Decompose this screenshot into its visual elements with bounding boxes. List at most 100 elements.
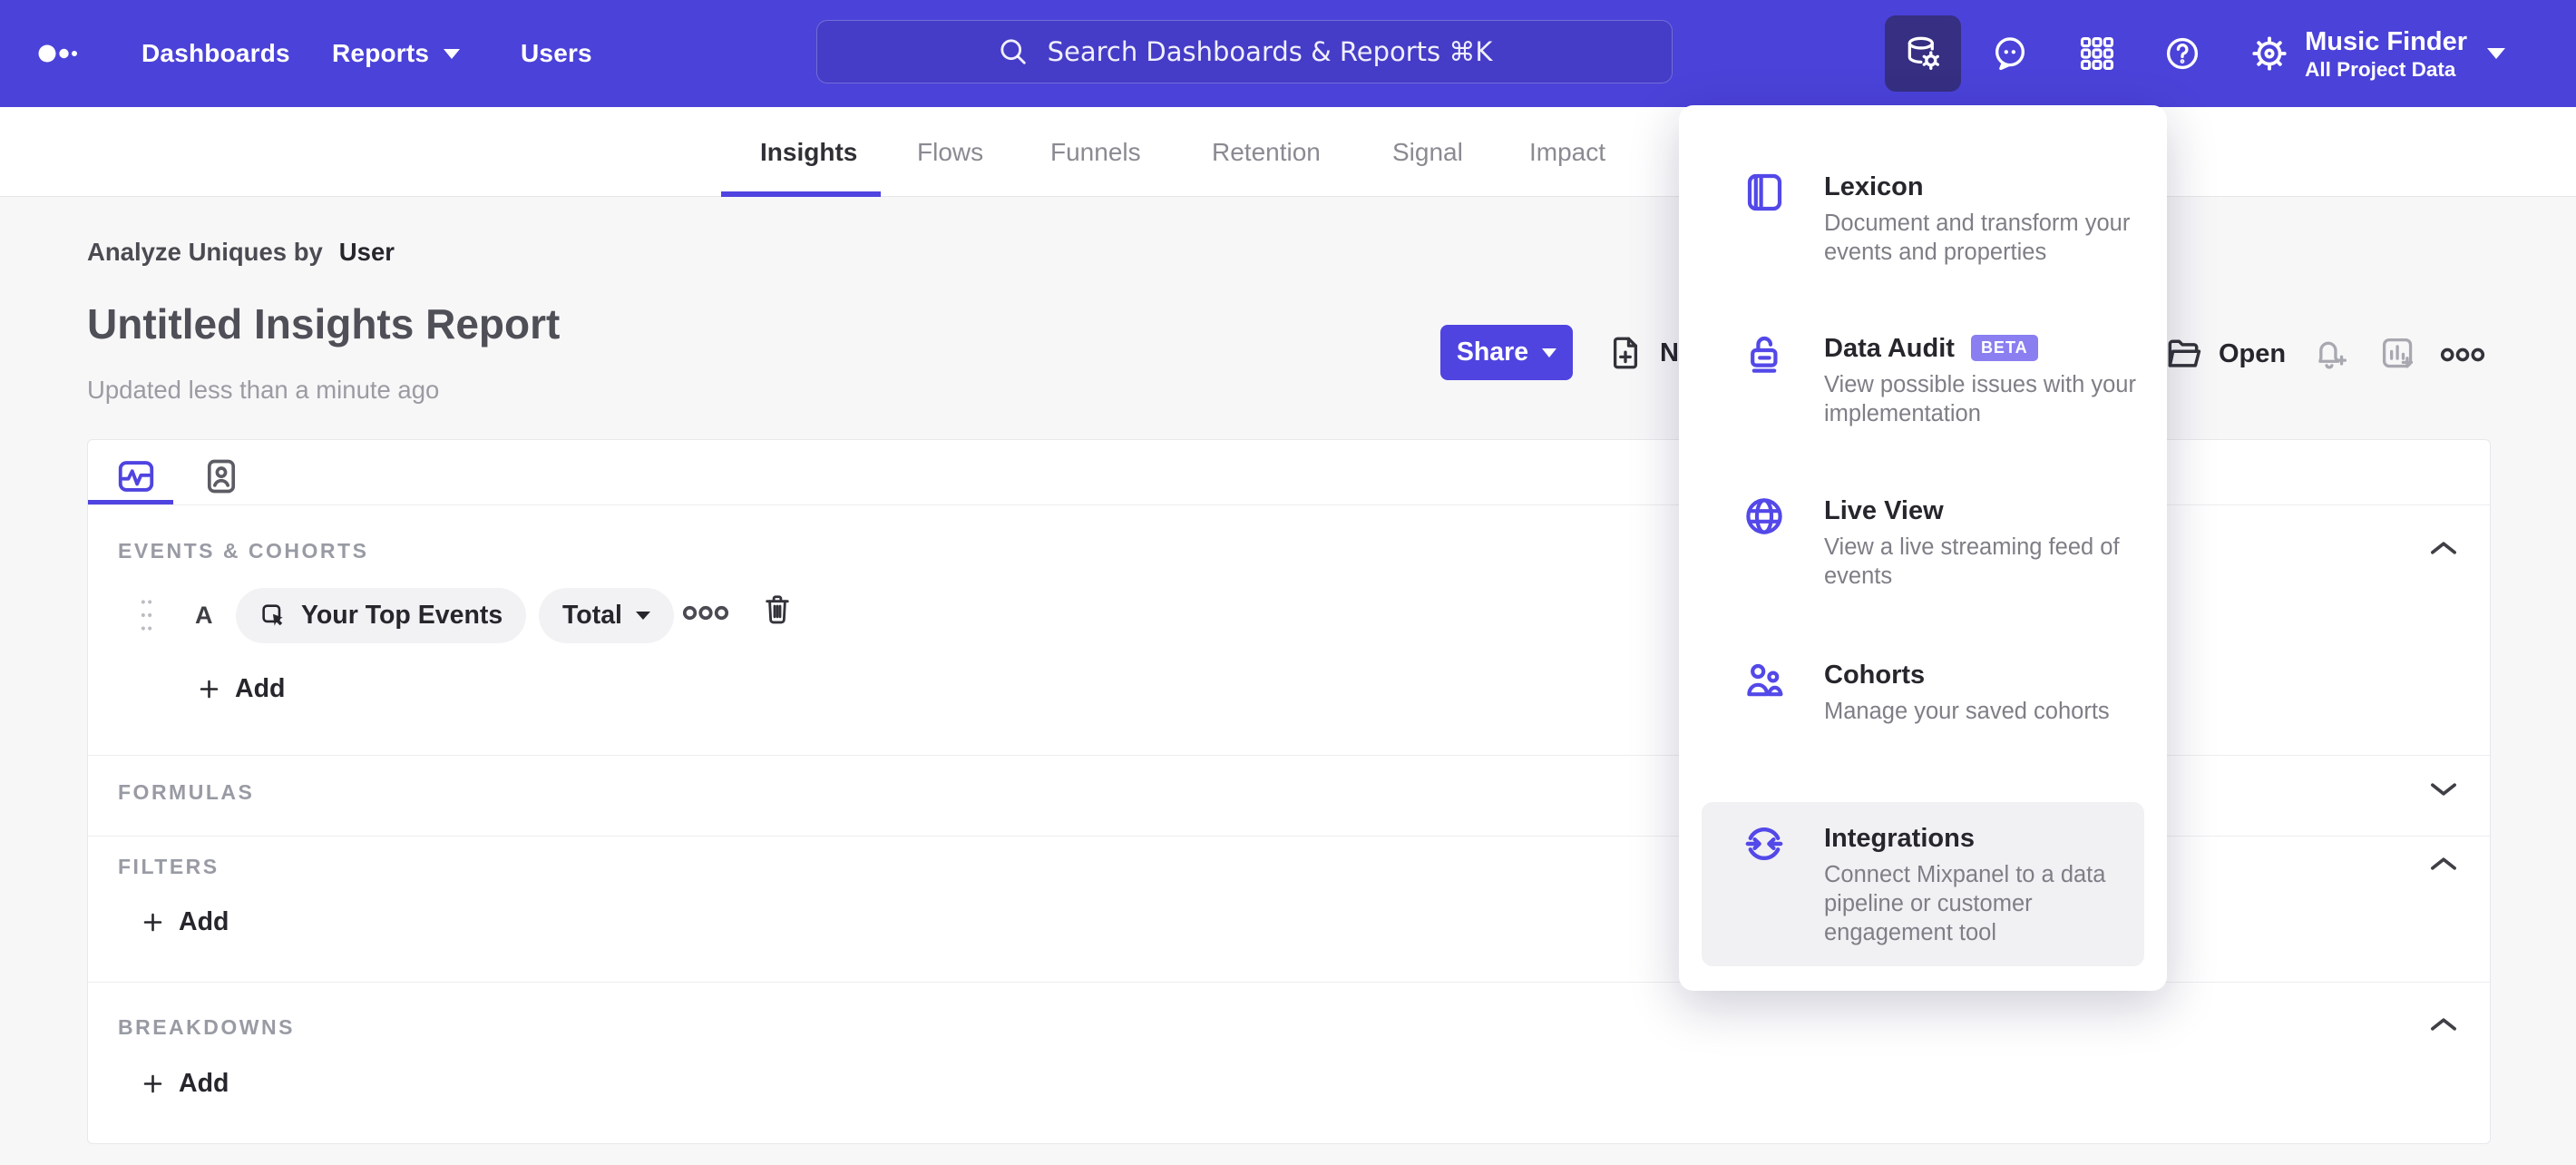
event-name-label: Your Top Events	[301, 601, 503, 630]
expand-formulas-button[interactable]	[2428, 781, 2459, 798]
top-nav: Dashboards Reports Users Search Dashboar…	[0, 0, 2576, 107]
tab-retention[interactable]: Retention	[1212, 107, 1321, 197]
help-icon	[2166, 37, 2199, 70]
lexicon-book-icon	[1742, 171, 1786, 214]
menu-item-description: View possible issues with your implement…	[1824, 372, 2136, 426]
beta-badge: BETA	[1970, 335, 2038, 361]
tab-label: Funnels	[1050, 137, 1141, 166]
plus-icon	[200, 680, 219, 699]
report-title[interactable]: Untitled Insights Report	[87, 299, 560, 348]
add-filter-button[interactable]: Add	[141, 907, 229, 937]
chevron-up-icon	[2431, 1018, 2456, 1031]
chevron-down-icon	[2487, 48, 2505, 59]
tab-impact[interactable]: Impact	[1529, 107, 1605, 197]
add-to-dashboard-button[interactable]	[2378, 334, 2418, 374]
more-options-button[interactable]	[2440, 347, 2485, 363]
integrations-sync-icon	[1742, 822, 1786, 866]
caret-down-icon	[635, 612, 650, 620]
document-plus-icon	[1613, 337, 1638, 369]
live-view-globe-icon	[1742, 494, 1786, 538]
menu-item-description: Document and transform your events and p…	[1824, 210, 2131, 265]
analyze-label: Analyze Uniques by	[87, 238, 323, 266]
event-select-button[interactable]: Your Top Events	[236, 588, 527, 643]
chevron-up-icon	[2431, 542, 2456, 554]
delete-event-button[interactable]	[761, 591, 794, 629]
feedback-button[interactable]	[1972, 15, 2048, 92]
add-event-button[interactable]: Add	[197, 674, 285, 704]
tab-flows[interactable]: Flows	[917, 107, 983, 197]
tab-insights[interactable]: Insights	[760, 107, 857, 197]
events-metrics-tab[interactable]	[113, 453, 159, 500]
settings-gear-icon	[2252, 36, 2287, 71]
nav-link-dashboards[interactable]: Dashboards	[141, 0, 290, 107]
plus-icon	[143, 913, 162, 932]
project-name: Music Finder	[2305, 26, 2467, 56]
apps-grid-button[interactable]	[2059, 15, 2135, 92]
apps-grid-icon	[2080, 36, 2114, 71]
trash-icon	[766, 595, 789, 624]
nav-link-reports[interactable]: Reports	[332, 0, 461, 107]
cohorts-people-icon	[1742, 659, 1786, 702]
nav-link-users[interactable]: Users	[521, 0, 592, 107]
settings-button[interactable]	[2231, 15, 2308, 92]
add-label: Add	[179, 1069, 229, 1098]
menu-item-title: Data Audit	[1824, 334, 1955, 363]
plus-icon	[143, 1074, 162, 1093]
menu-item-title: Live View	[1824, 496, 1944, 525]
project-selector[interactable]: Music Finder All Project Data	[2305, 0, 2505, 107]
collapse-events-button[interactable]	[2428, 540, 2459, 556]
search-placeholder: Search Dashboards & Reports ⌘K	[1047, 36, 1493, 67]
insights-pulse-icon	[118, 461, 154, 492]
data-audit-lock-icon	[1742, 332, 1786, 376]
menu-item-title: Integrations	[1824, 824, 1975, 853]
menu-item-title: Cohorts	[1824, 661, 1926, 690]
event-picker-icon	[262, 604, 283, 626]
analyze-value-dropdown[interactable]: User	[339, 238, 395, 267]
tab-label: Impact	[1529, 137, 1606, 166]
profiles-tab[interactable]	[199, 453, 244, 500]
aggregation-label: Total	[562, 601, 622, 630]
menu-item-title: Lexicon	[1824, 172, 1924, 201]
chevron-down-icon	[1542, 348, 1557, 357]
chevron-down-icon	[444, 48, 461, 59]
section-formulas-label: FORMULAS	[118, 780, 255, 804]
section-filters-label: FILTERS	[118, 855, 220, 878]
open-report-button[interactable]: Open	[2163, 334, 2286, 374]
tab-signal[interactable]: Signal	[1392, 107, 1463, 197]
chevron-down-icon	[2431, 783, 2456, 796]
collapse-filters-button[interactable]	[2428, 856, 2459, 872]
help-button[interactable]	[2144, 15, 2220, 92]
mixpanel-logo-icon[interactable]	[38, 43, 82, 64]
bell-plus-icon	[2318, 341, 2347, 369]
data-management-button[interactable]	[1885, 15, 1961, 92]
tab-label: Insights	[760, 137, 858, 166]
aggregation-select-button[interactable]: Total	[539, 588, 674, 643]
share-button[interactable]: Share	[1440, 325, 1573, 380]
data-management-dropdown: Lexicon Document and transform your even…	[1679, 105, 2167, 991]
chevron-up-icon	[2431, 857, 2456, 870]
tab-label: Retention	[1212, 137, 1321, 166]
menu-item-description: Manage your saved cohorts	[1824, 699, 2110, 724]
collapse-breakdowns-button[interactable]	[2428, 1016, 2459, 1033]
series-letter: A	[195, 602, 213, 629]
share-label: Share	[1456, 338, 1529, 367]
event-row-more-button[interactable]	[682, 604, 729, 622]
create-alert-button[interactable]	[2311, 334, 2351, 374]
tab-funnels[interactable]: Funnels	[1050, 107, 1141, 197]
active-tab-underline	[721, 191, 881, 197]
section-breakdowns-label: BREAKDOWNS	[118, 1015, 295, 1039]
tab-label: Flows	[917, 137, 984, 166]
section-events-cohorts-label: EVENTS & COHORTS	[118, 539, 369, 563]
menu-item-description: View a live streaming feed of events	[1824, 534, 2120, 589]
search-input[interactable]: Search Dashboards & Reports ⌘K	[816, 20, 1673, 83]
add-breakdown-button[interactable]: Add	[141, 1069, 229, 1099]
drag-handle-icon[interactable]	[139, 594, 154, 636]
profile-card-icon	[207, 459, 236, 494]
nav-link-label: Dashboards	[141, 39, 290, 67]
folder-open-icon	[2168, 339, 2201, 367]
menu-item-description: Connect Mixpanel to a data pipeline or c…	[1824, 862, 2106, 945]
add-chart-icon	[2382, 338, 2414, 368]
nav-link-label: Reports	[332, 39, 430, 67]
feedback-icon	[1995, 37, 2025, 71]
nav-link-label: Users	[521, 39, 592, 67]
